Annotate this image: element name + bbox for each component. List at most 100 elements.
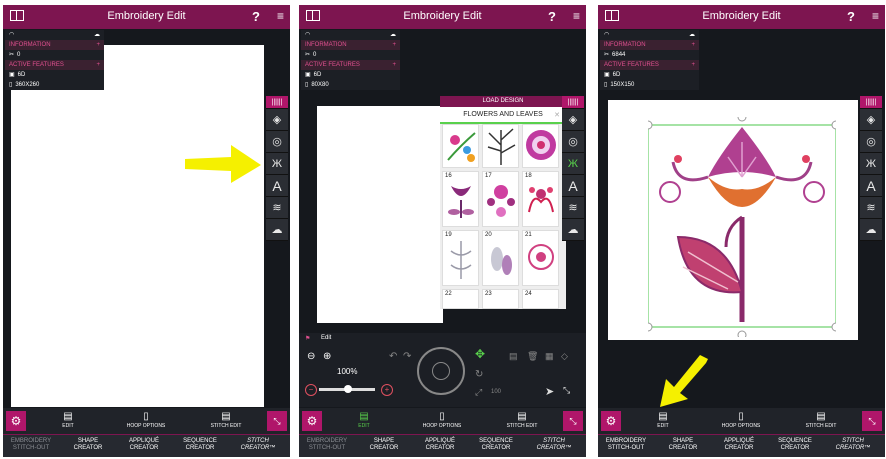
design-cell[interactable] (442, 124, 479, 168)
hoop-options-button[interactable]: ▯ HOOP OPTIONS (121, 411, 171, 429)
stitch-edit-button[interactable]: ▤ STITCH EDIT (801, 411, 841, 429)
design-cell[interactable]: 17 (482, 171, 519, 227)
help-button[interactable]: ? (847, 9, 855, 24)
layers-icon[interactable]: ◈ (266, 109, 288, 131)
expand-icon[interactable]: + (691, 42, 695, 49)
hoop-icon[interactable]: ◎ (562, 131, 584, 153)
hoop-canvas[interactable] (11, 45, 264, 407)
expand-icon[interactable]: + (691, 62, 695, 69)
group-icon[interactable]: ▦ (545, 351, 554, 362)
text-icon[interactable]: A (266, 175, 288, 197)
design-cell[interactable]: 19 (442, 230, 479, 286)
zoom-minus-button[interactable]: − (305, 384, 317, 396)
mirror-icon[interactable]: ⤡ (267, 411, 287, 431)
design-cell[interactable] (482, 124, 519, 168)
rotate-icon[interactable]: ↻ (475, 369, 483, 380)
undo-icon[interactable]: ↶ (389, 351, 397, 362)
resize-icon[interactable]: ⤢ (475, 387, 482, 398)
close-icon[interactable]: ✕ (554, 111, 560, 119)
menu-button[interactable]: ≡ (277, 9, 284, 23)
edit-button[interactable]: ▤ EDIT (649, 411, 677, 429)
cloud-icon: ☁ (390, 31, 396, 38)
settings-gear-icon[interactable]: ⚙ (601, 411, 621, 431)
expand-icon[interactable]: + (392, 62, 396, 69)
nav-applique-creator[interactable]: APPLIQUÉ CREATOR (413, 438, 467, 452)
zoom-out-icon[interactable]: ⊖ (307, 351, 315, 362)
help-button[interactable]: ? (252, 9, 260, 24)
mirror-icon[interactable]: ⤡ (563, 411, 583, 431)
mirror-icon[interactable]: ⤡ (862, 411, 882, 431)
expand-icon[interactable]: + (96, 42, 100, 49)
nav-applique-creator[interactable]: APPLIQUÉ CREATOR (117, 438, 171, 452)
shape-icon[interactable]: ☁ (562, 219, 584, 241)
text-icon[interactable]: A (562, 175, 584, 197)
zoom-plus-button[interactable]: + (381, 384, 393, 396)
nav-stitch-creator[interactable]: STITCH CREATOR™ (527, 438, 581, 452)
mirror-icon[interactable]: ⤡ (563, 385, 570, 396)
shape-icon[interactable]: ☁ (860, 219, 882, 241)
hoop-options-button[interactable]: ▯ HOOP OPTIONS (716, 411, 766, 429)
stitch-edit-button[interactable]: ▤ STITCH EDIT (206, 411, 246, 429)
expand-icon[interactable]: + (96, 62, 100, 69)
nav-shape-creator[interactable]: SHAPE CREATOR (61, 438, 115, 452)
nav-sequence-creator[interactable]: SEQUENCE CREATOR (768, 438, 822, 452)
duplicate-icon[interactable]: ▤ (509, 351, 518, 362)
delete-icon[interactable]: 🗑 (527, 351, 538, 362)
tulip-embroidery-design[interactable] (648, 117, 836, 337)
zoom-slider[interactable] (319, 385, 375, 393)
design-cell[interactable]: 18 (522, 171, 559, 227)
zoom-in-icon[interactable]: ⊕ (323, 351, 331, 362)
nav-applique-creator[interactable]: APPLIQUÉ CREATOR (712, 438, 766, 452)
menu-button[interactable]: ≡ (872, 9, 879, 23)
menu-button[interactable]: ≡ (573, 9, 580, 23)
design-cell[interactable]: 24 (522, 289, 559, 309)
design-cell[interactable]: 22 (442, 289, 479, 309)
nav-stitch-creator[interactable]: STITCH CREATOR™ (826, 438, 880, 452)
design-cell[interactable]: 23 (482, 289, 519, 309)
toolbar-grip[interactable]: |||||| (860, 96, 882, 109)
nav-embroidery-stitch-out[interactable]: EMBROIDERY STITCH-OUT (4, 438, 58, 452)
nav-sequence-creator[interactable]: SEQUENCE CREATOR (469, 438, 523, 452)
shape-icon[interactable]: ☁ (266, 219, 288, 241)
layers-icon[interactable]: ◈ (860, 109, 882, 131)
butterfly-icon[interactable]: Ж (860, 153, 882, 175)
edit-button[interactable]: ▤ EDIT (54, 411, 82, 429)
hoop-canvas[interactable] (317, 106, 443, 323)
nav-shape-creator[interactable]: SHAPE CREATOR (357, 438, 411, 452)
expand-icon[interactable]: + (392, 42, 396, 49)
hoop-options-button[interactable]: ▯ HOOP OPTIONS (417, 411, 467, 429)
design-cell[interactable]: 20 (482, 230, 519, 286)
help-button[interactable]: ? (548, 9, 556, 24)
move-wheel[interactable] (417, 347, 465, 395)
butterfly-icon[interactable]: Ж (562, 153, 584, 175)
stitch-lines-icon[interactable]: ≋ (266, 197, 288, 219)
nav-embroidery-stitch-out[interactable]: EMBROIDERY STITCH-OUT (599, 438, 653, 452)
center-icon[interactable] (432, 362, 450, 380)
redo-icon[interactable]: ↷ (403, 351, 411, 362)
design-cell[interactable] (522, 124, 559, 168)
settings-gear-icon[interactable]: ⚙ (6, 411, 26, 431)
stitch-lines-icon[interactable]: ≋ (562, 197, 584, 219)
hoop-icon[interactable]: ◎ (860, 131, 882, 153)
settings-gear-icon[interactable]: ⚙ (302, 411, 322, 431)
design-cell[interactable]: 21 (522, 230, 559, 286)
hoop-icon[interactable]: ◎ (266, 131, 288, 153)
edit-button[interactable]: ▤ EDIT (350, 411, 378, 429)
stitch-edit-button[interactable]: ▤ STITCH EDIT (502, 411, 542, 429)
butterfly-icon[interactable]: Ж (266, 153, 288, 175)
layers-icon[interactable]: ◈ (562, 109, 584, 131)
slider-knob[interactable] (344, 385, 352, 393)
layer-order-icon[interactable]: ◇ (561, 351, 568, 362)
move-icon[interactable]: ✥ (475, 347, 485, 361)
category-selector[interactable]: FLOWERS AND LEAVES ✕ (440, 107, 566, 124)
nav-sequence-creator[interactable]: SEQUENCE CREATOR (173, 438, 227, 452)
design-cell[interactable]: 16 (442, 171, 479, 227)
nav-embroidery-stitch-out[interactable]: EMBROIDERY STITCH-OUT (300, 438, 354, 452)
send-icon[interactable]: ➤ (545, 385, 554, 398)
text-icon[interactable]: A (860, 175, 882, 197)
stitch-lines-icon[interactable]: ≋ (860, 197, 882, 219)
toolbar-grip[interactable]: |||||| (266, 96, 288, 109)
toolbar-grip[interactable]: |||||| (562, 96, 584, 109)
nav-stitch-creator[interactable]: STITCH CREATOR™ (231, 438, 285, 452)
nav-shape-creator[interactable]: SHAPE CREATOR (656, 438, 710, 452)
